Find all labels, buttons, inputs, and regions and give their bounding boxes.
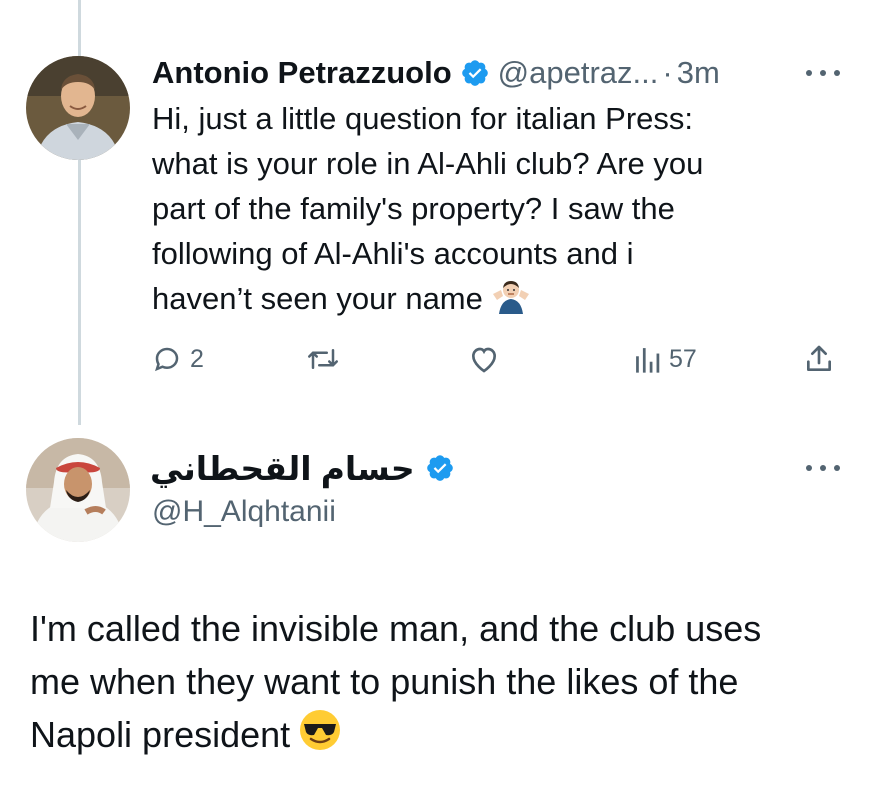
- author-name[interactable]: Antonio Petrazzuolo: [152, 55, 452, 91]
- analytics-icon: [636, 348, 660, 373]
- reply-text-line-last: Napoli president: [30, 708, 860, 766]
- tweet-text-line: what is your role in Al-Ahli club? Are y…: [152, 146, 704, 181]
- tweet-text-line: part of the family's property? I saw the: [152, 191, 675, 226]
- reply-text-line: me when they want to punish the likes of…: [30, 661, 739, 702]
- like-button[interactable]: [468, 337, 508, 381]
- tweet-text-line: following of Al-Ahli's accounts and i: [152, 236, 634, 271]
- reply-text-line-content: Napoli president: [30, 714, 291, 755]
- more-options-icon[interactable]: [806, 463, 840, 473]
- avatar-photo-antonio: [26, 56, 130, 160]
- tweet-text-line-content: haven’t seen your name: [152, 281, 483, 317]
- smiling-face-with-sunglasses-emoji: [298, 708, 342, 766]
- more-options-icon[interactable]: [806, 68, 840, 78]
- tweet-header: Antonio Petrazzuolo @apetraz... · 3m: [152, 50, 720, 96]
- views-button[interactable]: 57: [633, 337, 697, 381]
- views-count: 57: [669, 344, 697, 373]
- author-handle[interactable]: @apetraz...: [498, 55, 659, 91]
- share-icon: [807, 345, 831, 371]
- heart-icon: [471, 347, 497, 373]
- verified-badge-icon: [425, 453, 455, 483]
- reply-header: حسام القحطاني: [150, 444, 455, 492]
- reply-icon: [155, 347, 179, 372]
- verified-badge-icon: [460, 58, 490, 88]
- tweet-timestamp[interactable]: 3m: [677, 55, 720, 91]
- tweet-text-line: Hi, just a little question for italian P…: [152, 101, 694, 136]
- retweet-button[interactable]: [305, 337, 349, 381]
- avatar-photo-hussam: [26, 438, 130, 542]
- person-shrugging-emoji: [491, 276, 531, 326]
- retweet-icon: [308, 349, 338, 369]
- tweet-text-line-last: haven’t seen your name: [152, 276, 842, 326]
- reply-author-handle[interactable]: @H_Alqhtanii: [152, 495, 336, 529]
- separator-dot: ·: [662, 55, 673, 90]
- author-avatar[interactable]: [26, 56, 130, 160]
- reply-count: 2: [190, 344, 204, 373]
- reply-body: I'm called the invisible man, and the cl…: [30, 602, 860, 766]
- reply-text-line: I'm called the invisible man, and the cl…: [30, 608, 762, 649]
- reply-author-name[interactable]: حسام القحطاني: [150, 449, 415, 488]
- share-button[interactable]: [803, 337, 835, 381]
- tweet-body: Hi, just a little question for italian P…: [152, 96, 842, 326]
- reply-button[interactable]: 2: [152, 337, 204, 381]
- reply-author-avatar[interactable]: [26, 438, 130, 542]
